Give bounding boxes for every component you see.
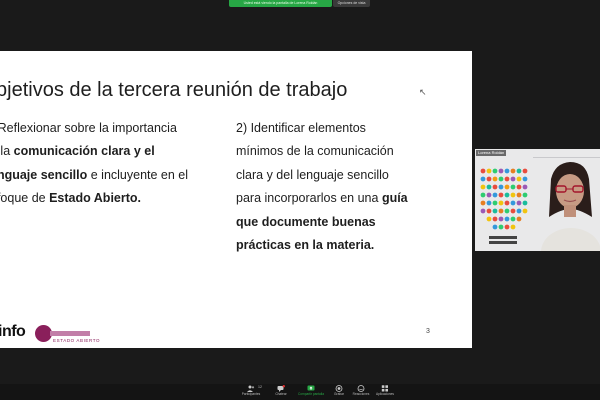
share-screen-button[interactable]: Compartir pantalla: [296, 385, 326, 397]
apps-icon: [381, 385, 388, 392]
participant-name-label: Lorena Roldán: [476, 150, 507, 156]
objective-1-text: nfoque de: [0, 191, 46, 206]
objective-2-line-2: mínimos de la comunicación: [236, 144, 394, 159]
chat-icon: [277, 385, 285, 392]
shared-slide: bjetivos de la tercera reunión de trabaj…: [0, 51, 472, 348]
slide-title: bjetivos de la tercera reunión de trabaj…: [0, 79, 348, 101]
chat-label: Chatear: [275, 392, 287, 396]
objective-1: ) Reflexionar sobre la importancia e la …: [0, 117, 222, 211]
objective-1-line-3: enguaje sencillo e incluyente en el: [0, 164, 222, 187]
participant-video-tile[interactable]: Lorena Roldán: [475, 149, 600, 251]
screen-share-banner[interactable]: Usted está viendo la pantalla de Lorena …: [229, 0, 332, 7]
apps-label: Aplicaciones: [376, 392, 394, 396]
smiley-icon: [357, 385, 365, 392]
participant-count: 12: [258, 385, 262, 389]
view-options-button[interactable]: Opciones de vista: [333, 0, 370, 7]
objective-2-text: para incorporarlos en una: [236, 191, 382, 206]
slide-page-number: 3: [426, 328, 430, 335]
estado-abierto-text: ESTADO ABIERTO: [53, 338, 101, 343]
mouse-cursor-icon: ↖: [419, 87, 427, 97]
objective-1-text: e incluyente en el: [87, 167, 189, 182]
objective-1-text: e la: [0, 144, 11, 159]
share-screen-label: Compartir pantalla: [297, 392, 325, 396]
objective-2-line-4: para incorporarlos en una guía: [236, 187, 436, 210]
objective-1-bold: Estado Abierto.: [49, 191, 142, 206]
key-shaft: [50, 331, 90, 336]
objective-2: 2) Identificar elementos mínimos de la c…: [236, 117, 436, 257]
objective-1-bold: comunicación clara y el: [13, 144, 155, 159]
objective-2-bold: guía: [381, 191, 408, 206]
objective-1-line-1: ) Reflexionar sobre la importancia: [0, 121, 177, 135]
chat-button[interactable]: Chatear: [266, 385, 296, 397]
record-icon: [335, 385, 343, 392]
estado-abierto-logo: ESTADO ABIERTO: [35, 324, 100, 346]
participants-icon: [247, 385, 255, 392]
infoem-logo: info: [0, 323, 26, 340]
meeting-toolbar: Participantes Chatear Compartir pantalla…: [0, 384, 600, 400]
objective-2-line-3: clara y del lenguaje sencillo: [236, 167, 389, 182]
apps-button[interactable]: Aplicaciones: [370, 385, 400, 397]
share-screen-icon: [307, 385, 315, 391]
objective-2-bold: prácticas en la materia.: [236, 238, 375, 253]
participant-video-feed: [480, 157, 600, 251]
objective-2-line-5: que documente buenas: [236, 211, 436, 234]
objective-2-bold: que documente buenas: [236, 214, 376, 229]
objective-1-bold: enguaje sencillo: [0, 167, 88, 182]
objective-2-line-1: 2) Identificar elementos: [236, 121, 366, 135]
participants-label: Participantes: [241, 392, 261, 396]
objective-2-line-6: prácticas en la materia.: [236, 234, 436, 257]
participant-person: [541, 162, 600, 251]
objective-1-line-4: nfoque de Estado Abierto.: [0, 187, 222, 210]
objective-1-line-2: e la comunicación clara y el: [0, 140, 222, 163]
